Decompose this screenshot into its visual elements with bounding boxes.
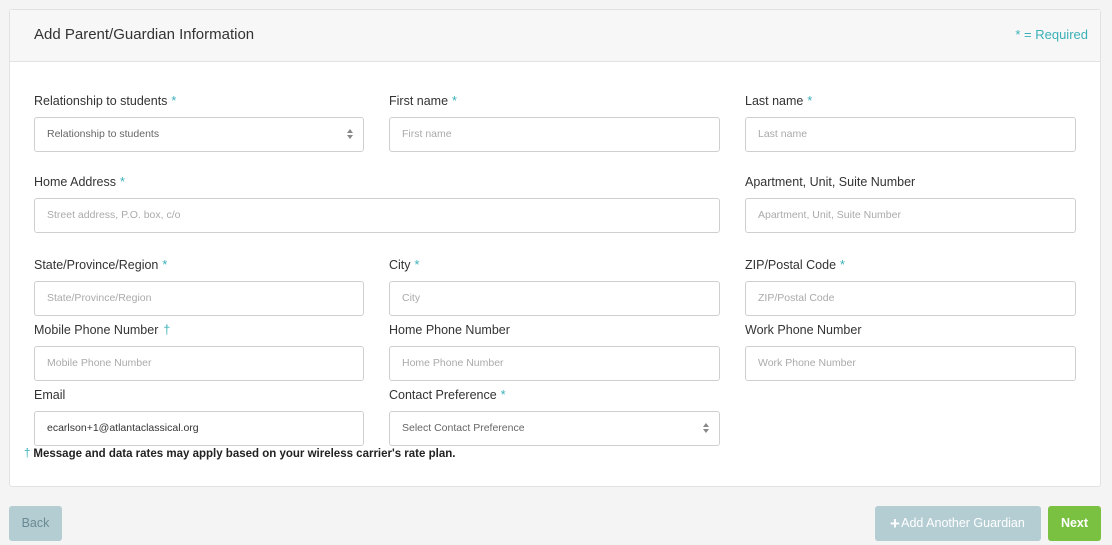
home-address-field: Home Address * Street address, P.O. box, … — [34, 173, 720, 233]
required-star: * — [500, 388, 506, 402]
first-name-input[interactable]: First name — [389, 117, 720, 152]
work-phone-input[interactable]: Work Phone Number — [745, 346, 1076, 381]
relationship-select[interactable]: Relationship to students — [34, 117, 364, 152]
mobile-phone-label: Mobile Phone Number † — [34, 323, 171, 337]
dagger-marker: † — [24, 448, 31, 460]
zip-field: ZIP/Postal Code * ZIP/Postal Code — [745, 256, 1076, 316]
work-phone-field: Work Phone Number Work Phone Number — [745, 321, 1076, 381]
add-guardian-label: Add Another Guardian — [901, 516, 1025, 530]
select-arrows-icon — [703, 421, 709, 435]
mobile-phone-field: Mobile Phone Number † Mobile Phone Number — [34, 321, 364, 381]
city-label: City * — [389, 258, 420, 272]
last-name-field: Last name * Last name — [745, 92, 1076, 152]
city-input[interactable]: City — [389, 281, 720, 316]
required-star: * — [840, 258, 845, 272]
relationship-field: Relationship to students * Relationship t… — [34, 92, 364, 152]
state-label: State/Province/Region * — [34, 258, 168, 272]
dagger-marker: † — [163, 323, 171, 337]
footnote-text: Message and data rates may apply based o… — [33, 448, 456, 460]
state-input[interactable]: State/Province/Region — [34, 281, 364, 316]
apartment-input[interactable]: Apartment, Unit, Suite Number — [745, 198, 1076, 233]
zip-input[interactable]: ZIP/Postal Code — [745, 281, 1076, 316]
home-phone-label: Home Phone Number — [389, 323, 510, 337]
back-button[interactable]: Back — [9, 506, 62, 541]
email-field: Email ecarlson+1@atlantaclassical.org — [34, 386, 364, 446]
plus-icon: + — [890, 514, 900, 533]
contact-preference-field: Contact Preference * Select Contact Prefe… — [389, 386, 720, 446]
first-name-field: First name * First name — [389, 92, 720, 152]
email-label: Email — [34, 388, 66, 402]
city-field: City * City — [389, 256, 720, 316]
card-header: Add Parent/Guardian Information * = Requ… — [10, 10, 1100, 62]
home-phone-field: Home Phone Number Home Phone Number — [389, 321, 720, 381]
next-button[interactable]: Next — [1048, 506, 1101, 541]
required-star: * — [807, 94, 813, 108]
required-star: * — [162, 258, 168, 272]
work-phone-label: Work Phone Number — [745, 323, 862, 337]
state-field: State/Province/Region * State/Province/Re… — [34, 256, 364, 316]
last-name-label: Last name * — [745, 94, 813, 108]
home-address-label: Home Address * — [34, 175, 125, 189]
mobile-phone-input[interactable]: Mobile Phone Number — [34, 346, 364, 381]
home-address-input[interactable]: Street address, P.O. box, c/o — [34, 198, 720, 233]
required-legend: * = Required — [1015, 27, 1088, 42]
home-phone-input[interactable]: Home Phone Number — [389, 346, 720, 381]
apartment-field: Apartment, Unit, Suite Number Apartment,… — [745, 173, 1076, 233]
relationship-label: Relationship to students * — [34, 94, 177, 108]
zip-label: ZIP/Postal Code * — [745, 258, 845, 272]
add-another-guardian-button[interactable]: + Add Another Guardian — [875, 506, 1041, 541]
required-star: * — [119, 175, 125, 189]
required-star: * — [414, 258, 420, 272]
rates-footnote: † Message and data rates may apply based … — [24, 448, 455, 460]
required-star: * — [171, 94, 177, 108]
email-input[interactable]: ecarlson+1@atlantaclassical.org — [34, 411, 364, 446]
apartment-label: Apartment, Unit, Suite Number — [745, 175, 916, 189]
last-name-input[interactable]: Last name — [745, 117, 1076, 152]
required-star: * — [452, 94, 457, 108]
contact-preference-label: Contact Preference * — [389, 388, 506, 402]
first-name-label: First name * — [389, 94, 457, 108]
page-title: Add Parent/Guardian Information — [34, 26, 255, 43]
select-arrows-icon — [347, 127, 353, 141]
contact-preference-select[interactable]: Select Contact Preference — [389, 411, 720, 446]
